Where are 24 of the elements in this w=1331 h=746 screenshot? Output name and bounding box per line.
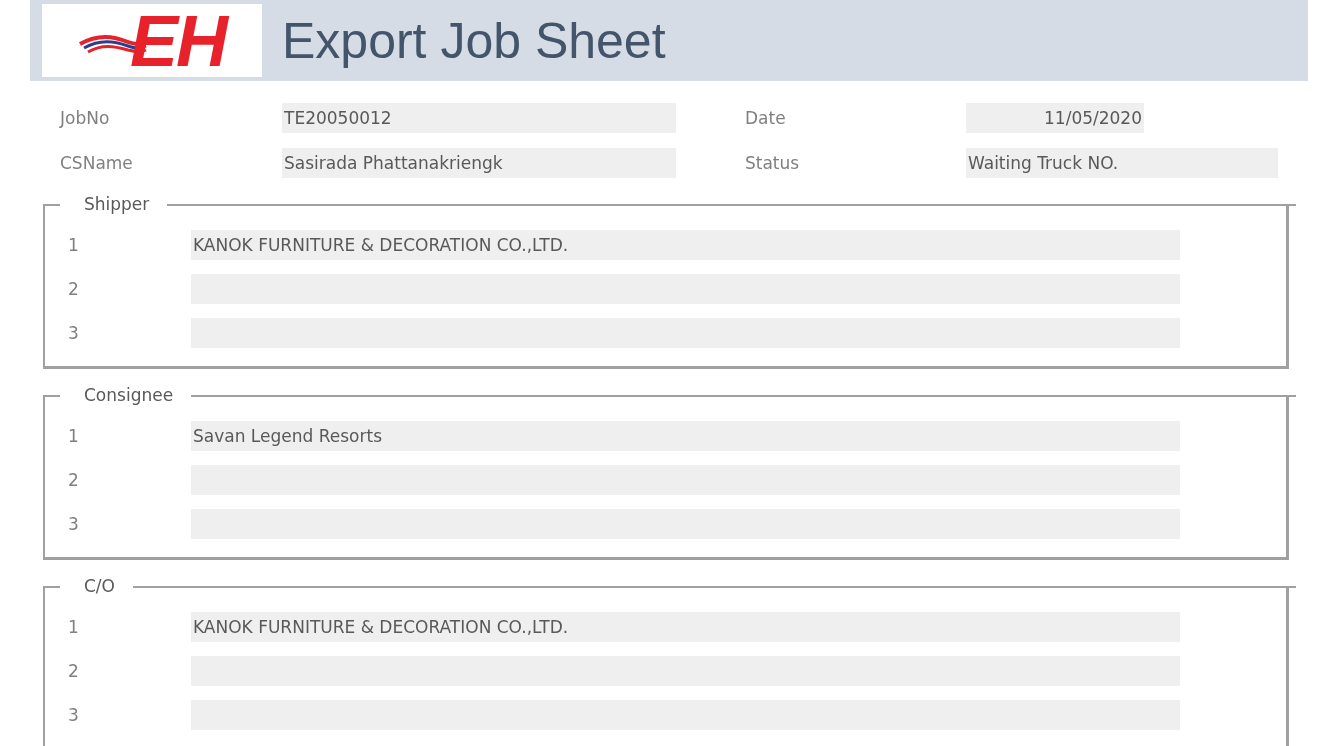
line-number: 3 [67,514,80,534]
field-label: Status [745,153,801,173]
group-title: C/O [83,576,116,596]
input-field[interactable]: 11/05/2020 [966,103,1144,133]
group-title: Shipper [83,194,151,214]
input-field[interactable]: TE20050012 [282,103,676,133]
line-number: 1 [67,235,80,255]
line-number: 1 [67,426,80,446]
group-title: Consignee [83,385,175,405]
input-field[interactable]: KANOK FURNITURE & DECORATION CO.,LTD. [191,230,1180,260]
line-number: 3 [67,705,80,725]
field-label: CSName [60,153,134,173]
line-number: 1 [67,617,80,637]
input-field[interactable]: Sasirada Phattanakriengk [282,148,676,178]
line-number: 2 [67,661,80,681]
line-number: 2 [67,470,80,490]
line-number: 2 [67,279,80,299]
page-title: Export Job Sheet [282,11,666,70]
input-field[interactable]: KANOK FURNITURE & DECORATION CO.,LTD. [191,612,1180,642]
field-label: JobNo [60,108,111,128]
input-field[interactable]: Waiting Truck NO. [966,148,1278,178]
input-field[interactable]: Savan Legend Resorts [191,421,1180,451]
field-label: Date [745,108,787,128]
line-number: 3 [67,323,80,343]
